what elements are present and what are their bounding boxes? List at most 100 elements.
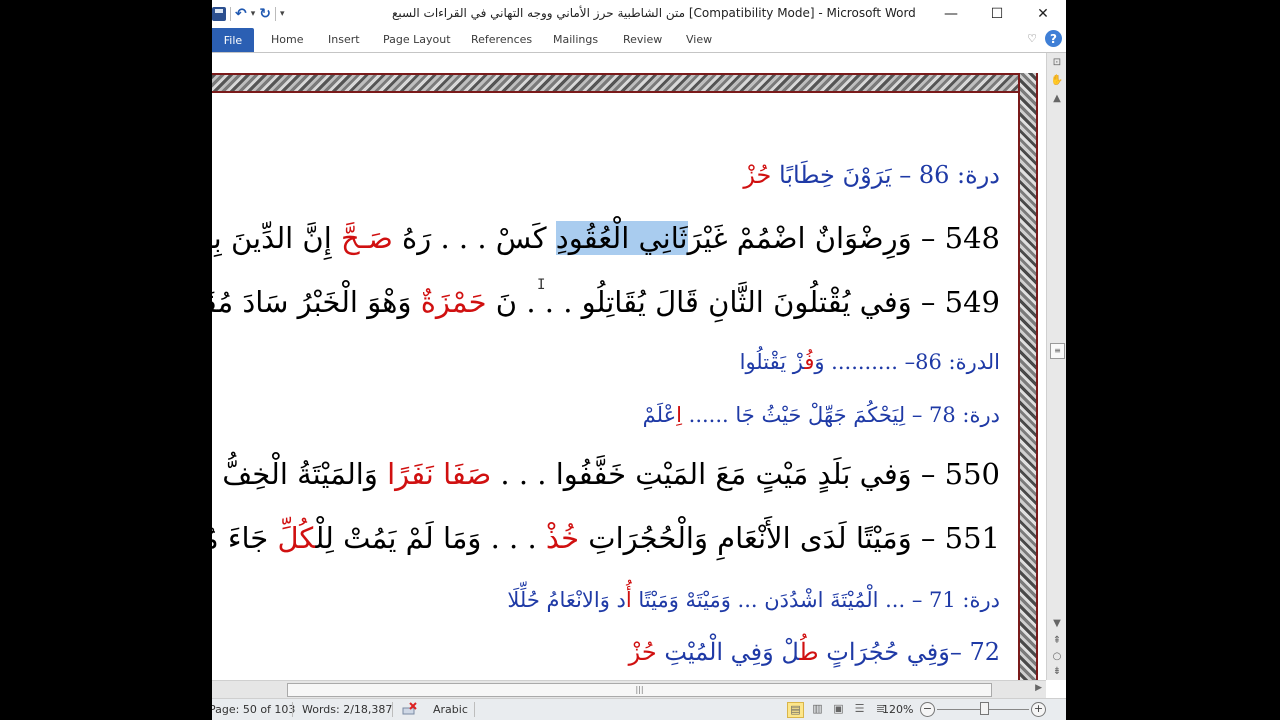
maximize-button[interactable]: ☐ bbox=[974, 0, 1020, 28]
word-count[interactable]: Words: 2/18,387 bbox=[302, 703, 392, 716]
text-segment: جَاءَ مُثَقَّلَا bbox=[212, 521, 269, 555]
zoom-out-button[interactable]: − bbox=[920, 702, 935, 717]
text-segment: كَسْ . . . رَهُ bbox=[392, 221, 556, 255]
highlighted-letter: كُلِّ bbox=[277, 521, 316, 555]
page-count[interactable]: Page: 50 of 103 bbox=[212, 703, 295, 716]
ribbon-right-controls: ♡ ? bbox=[1027, 30, 1062, 47]
web-layout-icon[interactable]: ▣ bbox=[831, 702, 846, 716]
text-segment: عْلَمْ bbox=[642, 403, 677, 427]
ruler-toggle-icon[interactable]: ⊡ bbox=[1050, 57, 1064, 68]
doc-line-verse-548[interactable]: 548 – وَرِضْوَانٌ اضْمُمْ غَيْرَثَانِي ا… bbox=[212, 221, 1000, 255]
highlighted-letter: صَـحَّ bbox=[341, 221, 393, 255]
word-window: ↶ ▾ ↻ ▾ متن الشاطبية حرز الأماني ووجه ال… bbox=[212, 0, 1066, 720]
help-icon[interactable]: ? bbox=[1045, 30, 1062, 47]
window-title: متن الشاطبية حرز الأماني ووجه التهاني في… bbox=[392, 6, 916, 20]
text-segment: إِنَّ الدِّينَ بِالْفَتْحِ bbox=[212, 221, 332, 255]
right-black-margin bbox=[1066, 0, 1280, 720]
text-segment: د وَالانْعَامُ حُلِّلَا bbox=[507, 588, 626, 612]
ribbon-tabs: File Home Insert Page Layout References … bbox=[212, 28, 1066, 53]
tab-page-layout[interactable]: Page Layout bbox=[383, 33, 451, 46]
text-segment: 549 – وَفي يُقْتلُونَ الثَّانِ قَالَ يُق… bbox=[486, 285, 1000, 319]
highlighted-letter: فُ bbox=[804, 350, 815, 374]
title-bar: ↶ ▾ ↻ ▾ متن الشاطبية حرز الأماني ووجه ال… bbox=[212, 0, 1066, 28]
zoom-level[interactable]: 120% bbox=[882, 703, 913, 716]
close-button[interactable]: ✕ bbox=[1020, 0, 1066, 28]
next-page-icon[interactable]: ⇟ bbox=[1050, 666, 1064, 677]
scroll-right-icon[interactable]: ▶ bbox=[1035, 683, 1042, 693]
doc-line-verse-550[interactable]: 550 – وَفي بَلَدٍ مَيْتٍ مَعَ المَيْتِ خ… bbox=[212, 457, 1000, 491]
doc-line-durra-78[interactable]: درة: 78 – لِيَحْكُمَ جَهِّلْ حَيْثُ جَا … bbox=[643, 403, 1000, 427]
horizontal-scroll-thumb[interactable]: ||| bbox=[287, 683, 992, 697]
scroll-down-icon[interactable]: ▼ bbox=[1050, 618, 1064, 629]
document-area[interactable]: درة: 86 – يَرَوْنَ خِطَابًا حُزْ 548 – وَ… bbox=[212, 53, 1046, 680]
text-segment: درة: 86 – يَرَوْنَ خِطَابًا bbox=[771, 161, 1000, 189]
full-screen-reading-icon[interactable]: ▥ bbox=[810, 702, 825, 716]
doc-line-durra-86-a[interactable]: درة: 86 – يَرَوْنَ خِطَابًا حُزْ bbox=[743, 161, 1000, 189]
tab-references[interactable]: References bbox=[471, 33, 532, 46]
tab-review[interactable]: Review bbox=[623, 33, 662, 46]
tab-view[interactable]: View bbox=[686, 33, 712, 46]
zoom-slider-thumb[interactable] bbox=[980, 702, 989, 715]
zoom-in-button[interactable]: + bbox=[1031, 702, 1046, 717]
separator bbox=[230, 7, 231, 21]
page-border-top bbox=[212, 73, 1034, 93]
text-segment: 550 – وَفي بَلَدٍ مَيْتٍ مَعَ المَيْتِ خ… bbox=[491, 457, 1000, 491]
redo-icon[interactable]: ↻ bbox=[259, 6, 271, 22]
selected-text: ثَانِي الْعُقُودِ bbox=[555, 221, 688, 255]
horizontal-scrollbar[interactable]: ||| ▶ bbox=[212, 680, 1046, 699]
highlighted-letter: حَمْزَةٌ bbox=[420, 285, 487, 319]
text-cursor-icon: I bbox=[537, 277, 546, 293]
doc-line-verse-549[interactable]: 549 – وَفي يُقْتلُونَ الثَّانِ قَالَ يُق… bbox=[212, 285, 1000, 319]
quick-access-toolbar: ↶ ▾ ↻ ▾ bbox=[212, 4, 285, 24]
highlighted-letter: طُ bbox=[799, 638, 819, 666]
highlighted-letter: حُزْ bbox=[743, 161, 772, 189]
previous-page-icon[interactable]: ⇞ bbox=[1050, 635, 1064, 646]
minimize-ribbon-icon[interactable]: ♡ bbox=[1027, 32, 1037, 45]
text-segment: وَالمَيْتَةُ الْخِفُّ bbox=[213, 457, 388, 491]
text-segment: 72 –وَفِي حُجُرَاتٍ bbox=[818, 638, 1000, 666]
tab-home[interactable]: Home bbox=[271, 33, 303, 46]
customize-toolbar-icon[interactable]: ▾ bbox=[280, 9, 285, 19]
doc-line-durra-86-b[interactable]: الدرة: 86– .......... وَفُزْ يَقْتلُوا bbox=[740, 350, 1000, 374]
text-segment: . . . وَمَا لَمْ يَمُتْ لِلْ bbox=[315, 521, 546, 555]
text-segment: 551 – وَمَيْتًا لَدَى الأَنْعَامِ وَالْح… bbox=[579, 521, 1000, 555]
tab-insert[interactable]: Insert bbox=[328, 33, 360, 46]
doc-line-durra-71[interactable]: درة: 71 – ... الْمُيْتَةَ اشْدُدَن ... و… bbox=[507, 588, 1000, 612]
left-black-margin bbox=[0, 0, 212, 720]
text-segment: درة: 78 – لِيَحْكُمَ جَهِّلْ حَيْثُ جَا … bbox=[681, 403, 1000, 427]
highlighted-letter: حُزْ bbox=[628, 638, 657, 666]
text-segment: وَهْوَ الْخَبْرُ سَادَ مُقَتَّلَا bbox=[212, 285, 412, 319]
highlighted-letter: خُذْ bbox=[545, 521, 580, 555]
proofing-icon[interactable] bbox=[402, 702, 418, 716]
hand-icon[interactable]: ✋ bbox=[1050, 75, 1064, 86]
save-icon[interactable] bbox=[212, 7, 226, 21]
divider bbox=[474, 702, 475, 717]
tab-file[interactable]: File bbox=[212, 28, 254, 52]
tab-mailings[interactable]: Mailings bbox=[553, 33, 598, 46]
vertical-scroll-thumb[interactable]: ≡ bbox=[1050, 343, 1065, 359]
divider bbox=[292, 702, 293, 717]
text-segment: 548 – وَرِضْوَانٌ اضْمُمْ غَيْرَ bbox=[687, 221, 1000, 255]
view-buttons: ▤ ▥ ▣ ☰ ≣ bbox=[787, 702, 888, 718]
doc-line-verse-551[interactable]: 551 – وَمَيْتًا لَدَى الأَنْعَامِ وَالْح… bbox=[212, 521, 1000, 555]
vertical-scrollbar[interactable]: ⊡ ✋ ▲ ≡ ▼ ⇞ ○ ⇟ bbox=[1046, 53, 1066, 680]
divider bbox=[392, 702, 393, 717]
select-browse-object-icon[interactable]: ○ bbox=[1050, 651, 1064, 662]
text-segment: الدرة: 86– .......... وَ bbox=[814, 350, 1000, 374]
scroll-up-icon[interactable]: ▲ bbox=[1050, 93, 1064, 104]
text-segment: لْ وَفِي الْمُيْتِ bbox=[656, 638, 800, 666]
minimize-button[interactable]: — bbox=[928, 0, 974, 28]
undo-dropdown-icon[interactable]: ▾ bbox=[251, 9, 256, 19]
outline-icon[interactable]: ☰ bbox=[852, 702, 867, 716]
doc-line-durra-72[interactable]: 72 –وَفِي حُجُرَاتٍ طُلْ وَفِي الْمُيْتِ… bbox=[629, 638, 1000, 666]
print-layout-icon[interactable]: ▤ bbox=[787, 702, 804, 718]
undo-icon[interactable]: ↶ bbox=[235, 6, 247, 22]
highlighted-letter: صَفَا نَفَرًا bbox=[387, 457, 492, 491]
status-bar: Page: 50 of 103 Words: 2/18,387 Arabic ▤… bbox=[212, 698, 1066, 720]
text-segment: زْ يَقْتلُوا bbox=[739, 350, 805, 374]
page-border-right bbox=[1018, 73, 1038, 680]
text-segment: درة: 71 – ... الْمُيْتَةَ اشْدُدَن ... و… bbox=[631, 588, 1000, 612]
window-controls: — ☐ ✕ bbox=[928, 0, 1066, 28]
separator bbox=[275, 7, 276, 21]
language-indicator[interactable]: Arabic bbox=[433, 703, 468, 716]
